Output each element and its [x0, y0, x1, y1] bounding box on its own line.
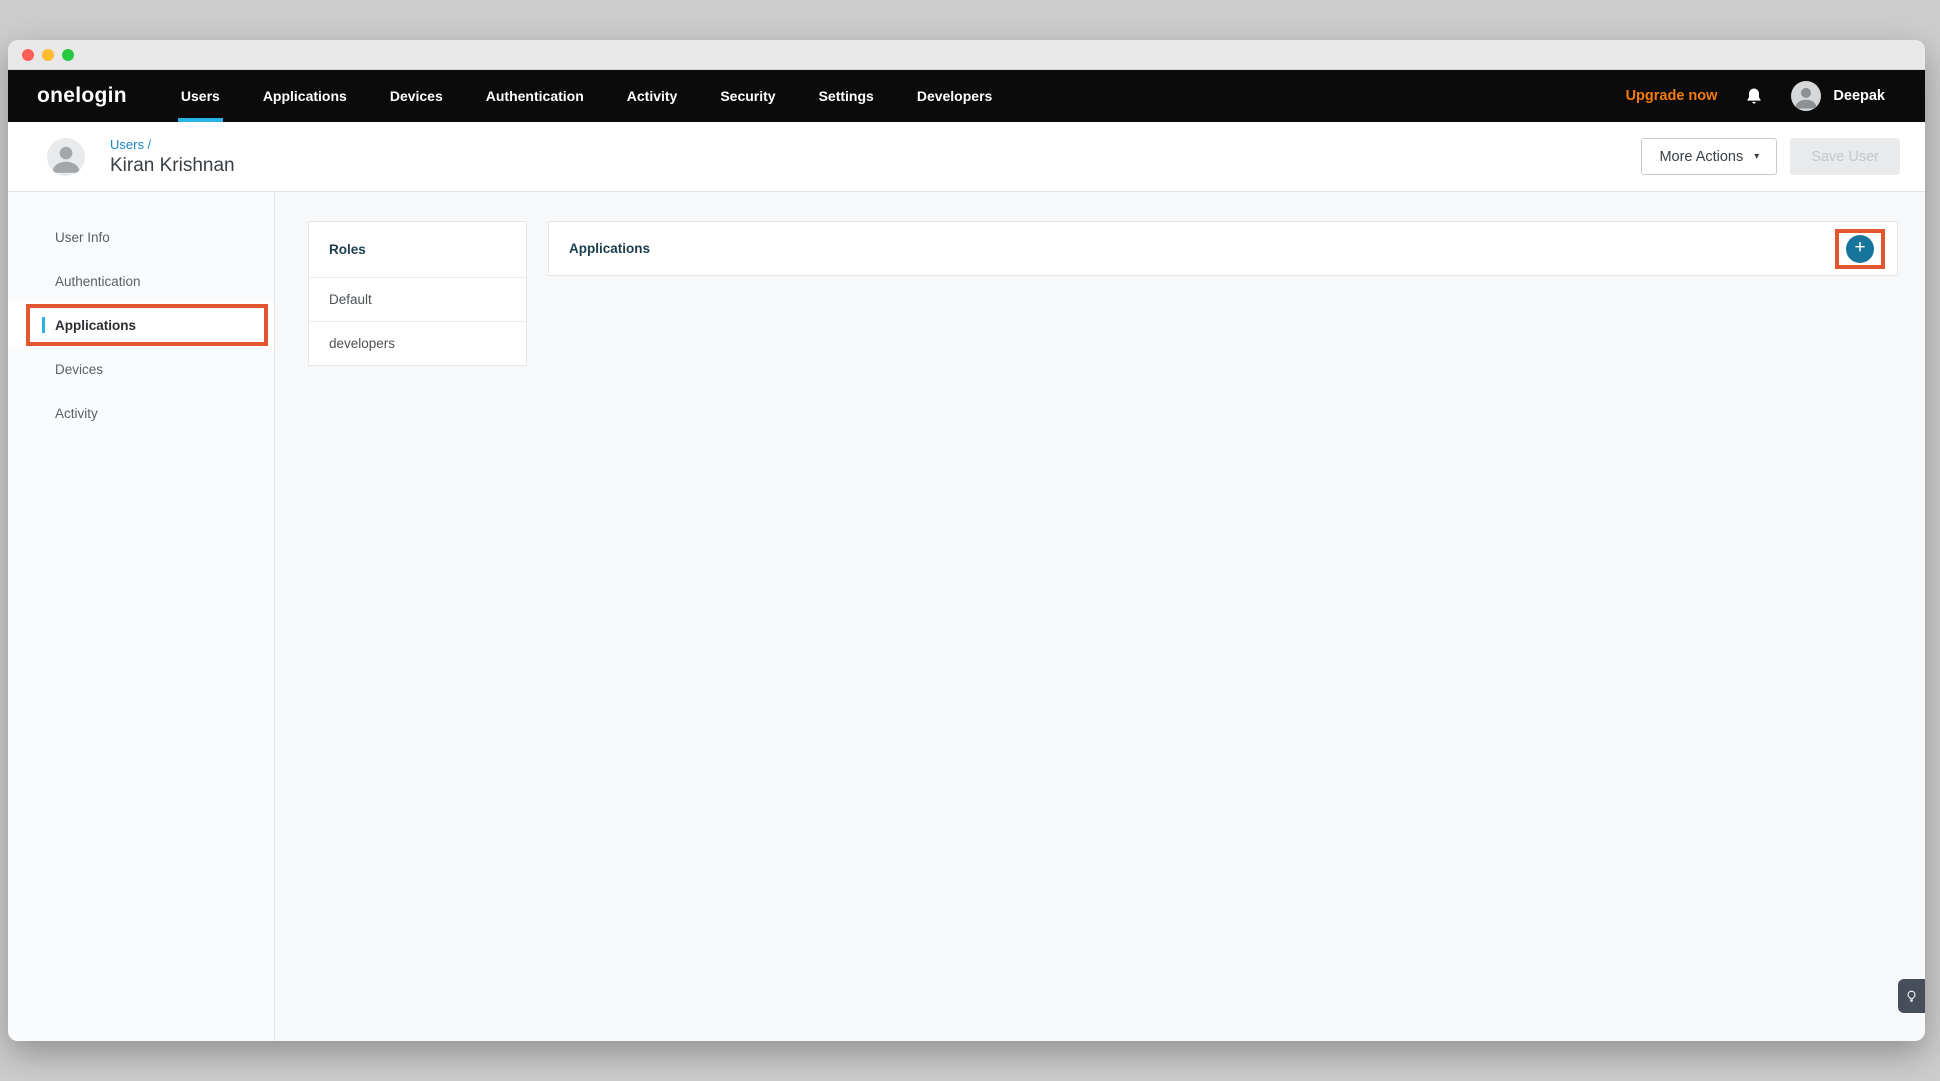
user-sidebar: User Info Authentication Applications De… [8, 192, 275, 1041]
role-row-developers[interactable]: developers [309, 321, 526, 365]
nav-menu: Users Applications Devices Authenticatio… [181, 70, 992, 122]
sidebar-item-label: Devices [55, 362, 103, 377]
help-lightbulb-button[interactable] [1898, 979, 1925, 1013]
header-actions: More Actions ▾ Save User [1641, 138, 1900, 175]
nav-item-users[interactable]: Users [181, 70, 220, 122]
upgrade-now-link[interactable]: Upgrade now [1626, 88, 1718, 104]
app-window: onelogin Users Applications Devices Auth… [8, 40, 1925, 1041]
account-name: Deepak [1833, 88, 1885, 104]
chevron-down-icon: ▾ [1754, 151, 1759, 162]
add-application-button[interactable]: + [1846, 235, 1874, 263]
sidebar-item-label: Authentication [55, 274, 141, 289]
user-avatar-icon [1791, 81, 1821, 111]
active-indicator-bar [42, 317, 45, 333]
nav-item-authentication[interactable]: Authentication [486, 70, 584, 122]
sidebar-item-user-info[interactable]: User Info [8, 215, 274, 259]
nav-item-applications[interactable]: Applications [263, 70, 347, 122]
page-title: Kiran Krishnan [110, 155, 235, 177]
sidebar-item-label: Applications [55, 318, 136, 333]
top-navbar: onelogin Users Applications Devices Auth… [8, 70, 1925, 122]
applications-panel-title: Applications [569, 241, 650, 256]
plus-icon: + [1854, 238, 1865, 257]
close-window-button[interactable] [22, 49, 34, 61]
navbar-right-group: Upgrade now Deepak [1626, 81, 1885, 111]
more-actions-button[interactable]: More Actions ▾ [1641, 138, 1777, 175]
nav-item-security[interactable]: Security [720, 70, 775, 122]
page-heading-group: Users / Kiran Krishnan [110, 137, 235, 177]
sidebar-item-devices[interactable]: Devices [8, 347, 274, 391]
applications-panel: Applications + [548, 221, 1898, 276]
main-content: Roles Default developers Applications + [275, 192, 1925, 1041]
nav-item-devices[interactable]: Devices [390, 70, 443, 122]
roles-panel-title: Roles [309, 222, 526, 277]
nav-item-developers[interactable]: Developers [917, 70, 992, 122]
maximize-window-button[interactable] [62, 49, 74, 61]
lightbulb-icon [1904, 989, 1919, 1004]
add-application-wrap: + [1846, 235, 1874, 263]
roles-panel: Roles Default developers [308, 221, 527, 366]
more-actions-label: More Actions [1659, 149, 1743, 165]
notifications-bell-icon[interactable] [1744, 86, 1764, 106]
sidebar-item-activity[interactable]: Activity [8, 391, 274, 435]
account-menu[interactable]: Deepak [1791, 81, 1885, 111]
sidebar-item-label: User Info [55, 230, 110, 245]
window-titlebar [8, 40, 1925, 70]
breadcrumb[interactable]: Users / [110, 137, 235, 152]
save-user-button: Save User [1790, 138, 1900, 175]
minimize-window-button[interactable] [42, 49, 54, 61]
onelogin-logo: onelogin [37, 84, 127, 108]
sidebar-item-authentication[interactable]: Authentication [8, 259, 274, 303]
sidebar-item-label: Activity [55, 406, 98, 421]
nav-item-settings[interactable]: Settings [819, 70, 874, 122]
sidebar-item-applications[interactable]: Applications [8, 303, 274, 347]
page-header: Users / Kiran Krishnan More Actions ▾ Sa… [8, 122, 1925, 192]
nav-item-activity[interactable]: Activity [627, 70, 678, 122]
page-body: User Info Authentication Applications De… [8, 192, 1925, 1041]
profile-avatar [47, 138, 85, 176]
role-row-default[interactable]: Default [309, 277, 526, 321]
